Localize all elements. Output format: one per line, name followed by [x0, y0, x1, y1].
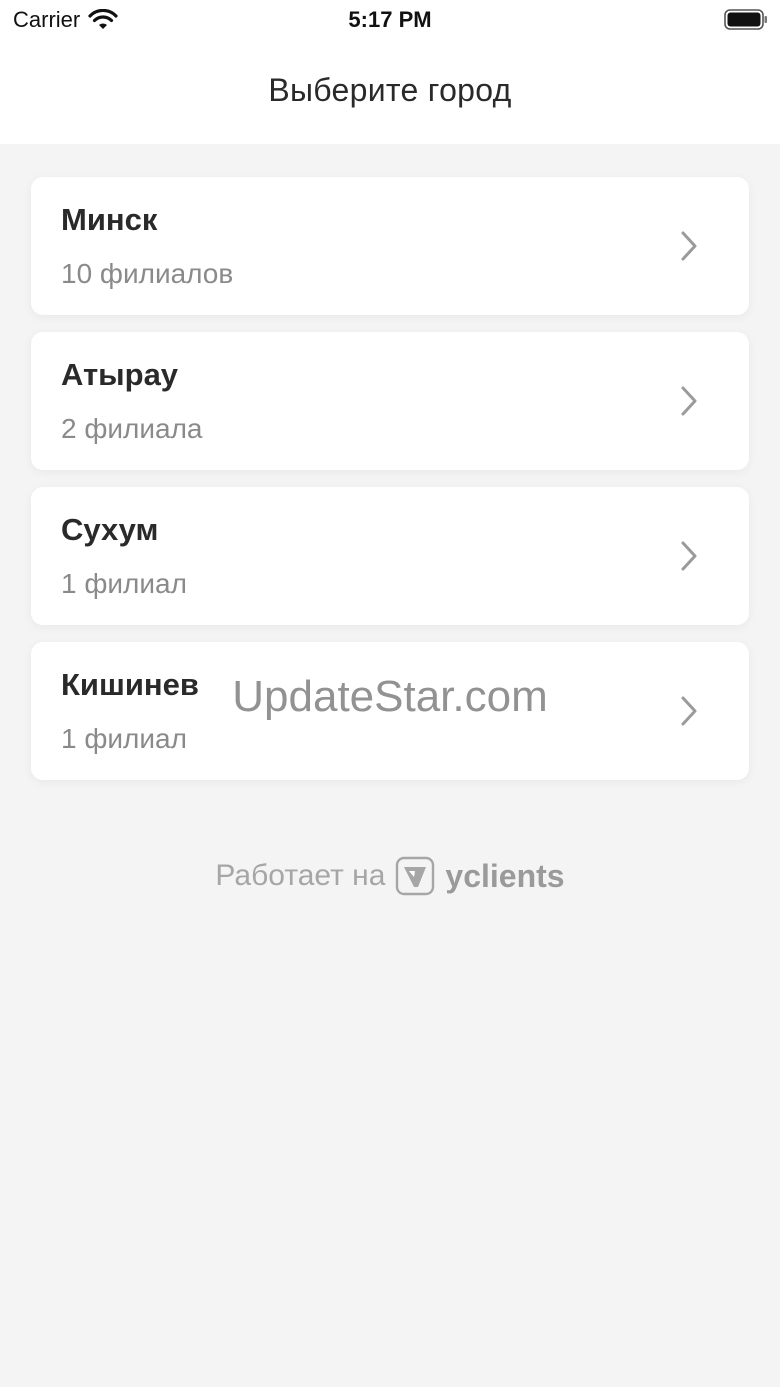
city-item-sukhum[interactable]: Сухум 1 филиал [31, 487, 749, 625]
status-time: 5:17 PM [348, 7, 432, 32]
yclients-logo-icon [396, 856, 435, 896]
navigation-header: Выберите город [0, 40, 780, 144]
city-name: Кишинев [61, 667, 199, 702]
city-select-screen: Carrier 5:17 PM Выберите город Минск 10 … [0, 0, 780, 1387]
city-branch-count: 1 филиал [61, 568, 187, 599]
chevron-right-icon [681, 696, 697, 726]
chevron-right-icon [681, 541, 697, 571]
city-list: Минск 10 филиалов Атырау 2 филиала Сухум… [31, 177, 749, 797]
brand-name: yclients [445, 857, 565, 894]
city-item-chisinau[interactable]: Кишинев 1 филиал [31, 642, 749, 780]
page-title: Выберите город [268, 72, 512, 108]
city-item-minsk[interactable]: Минск 10 филиалов [31, 177, 749, 315]
city-branch-count: 2 филиала [61, 413, 203, 444]
chevron-right-icon [681, 231, 697, 261]
city-item-atyrau[interactable]: Атырау 2 филиала [31, 332, 749, 470]
city-name: Сухум [61, 512, 159, 547]
powered-by-footer[interactable]: Работает на yclients [0, 856, 780, 896]
city-branch-count: 10 филиалов [61, 258, 234, 289]
city-name: Атырау [61, 357, 179, 392]
city-branch-count: 1 филиал [61, 723, 187, 754]
status-bar: Carrier 5:17 PM [0, 0, 780, 40]
battery-icon [724, 9, 767, 30]
city-name: Минск [61, 202, 158, 237]
powered-by-label: Работает на [215, 859, 386, 892]
chevron-right-icon [681, 386, 697, 416]
